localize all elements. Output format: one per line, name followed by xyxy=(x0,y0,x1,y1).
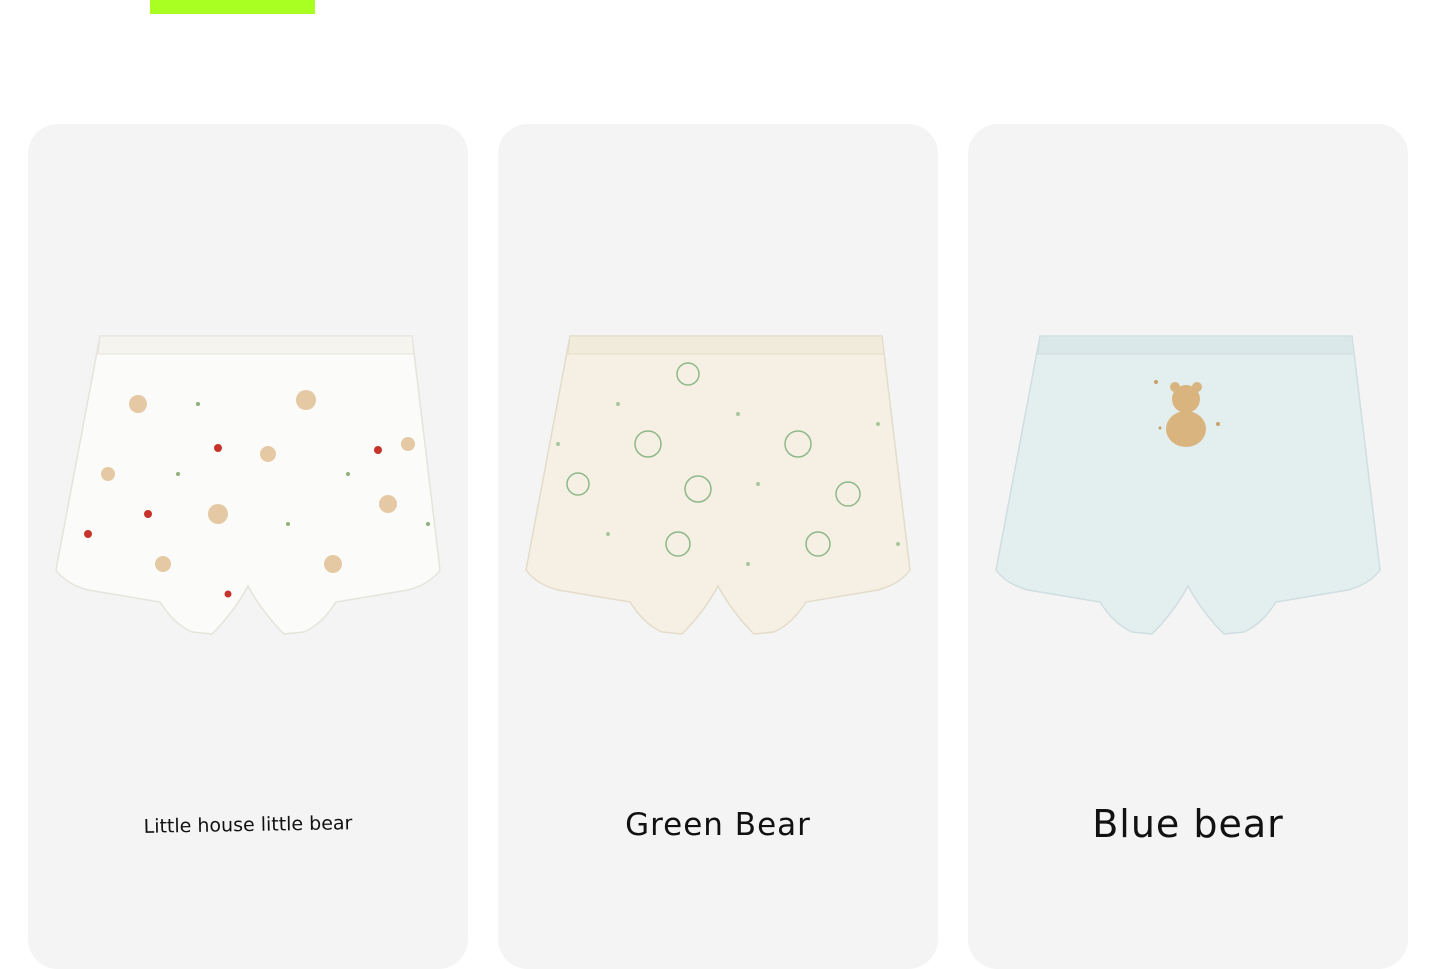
product-image-little-house-bear[interactable] xyxy=(48,324,448,644)
product-label: Blue bear xyxy=(1092,802,1284,846)
product-card-green-bear[interactable]: Green Bear xyxy=(498,124,938,969)
product-label: Green Bear xyxy=(625,807,811,843)
accent-bar xyxy=(150,0,315,14)
product-label: Little house little bear xyxy=(143,812,353,838)
product-image-blue-bear[interactable] xyxy=(988,324,1388,644)
product-card-blue-bear[interactable]: Blue bear xyxy=(968,124,1408,969)
product-image-green-bear[interactable] xyxy=(518,324,918,644)
product-card-little-house-bear[interactable]: Little house little bear xyxy=(28,124,468,969)
